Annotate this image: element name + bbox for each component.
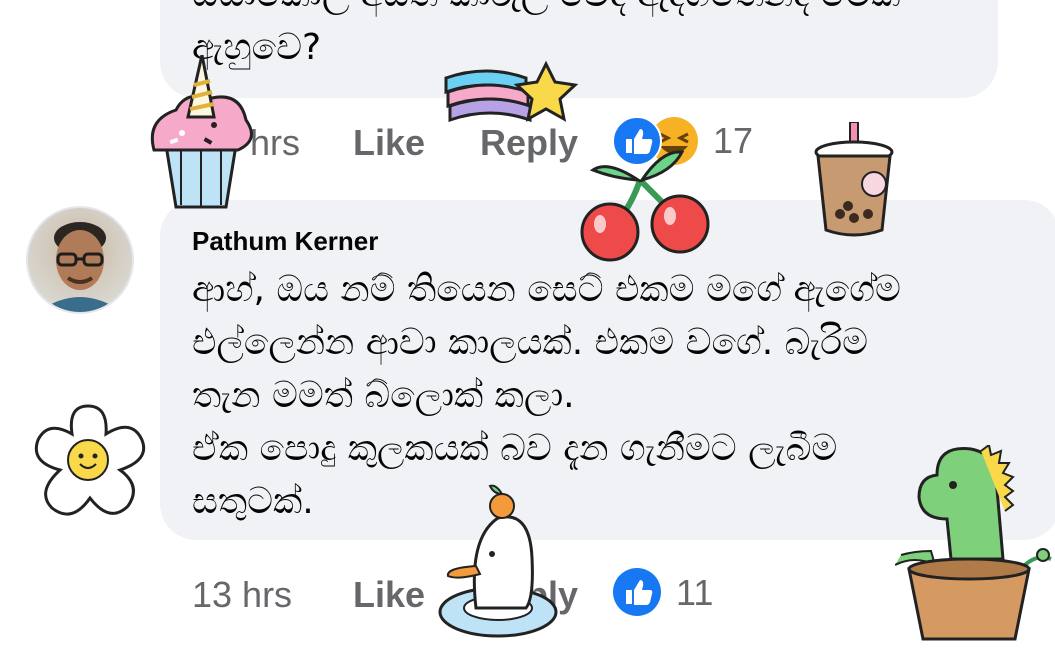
comment-author[interactable]: Pathum Kerner xyxy=(192,226,378,257)
reaction-count[interactable]: 11 xyxy=(676,572,713,614)
cherry-sticker xyxy=(580,140,715,269)
like-button[interactable]: Like xyxy=(353,122,425,164)
comment-text: ඔයාකොල් අයත් කාරුලි වෙද ඇදගතෙනද මෙක ඇහුව… xyxy=(192,0,901,68)
duck-sticker xyxy=(436,482,560,646)
avatar[interactable] xyxy=(26,206,134,314)
reaction-count[interactable]: 17 xyxy=(713,120,753,162)
comment-time[interactable]: hrs xyxy=(250,122,300,164)
cupcake-sticker xyxy=(146,54,256,219)
bubble-tea-sticker xyxy=(812,121,896,241)
like-icon xyxy=(613,568,661,616)
comment-time[interactable]: 13 hrs xyxy=(192,574,292,616)
like-button[interactable]: Like xyxy=(353,574,425,616)
dinosaur-sticker xyxy=(894,443,1055,649)
flower-sticker xyxy=(24,398,152,527)
reaction-summary[interactable] xyxy=(612,567,664,621)
rainbow-star-sticker xyxy=(442,58,584,142)
